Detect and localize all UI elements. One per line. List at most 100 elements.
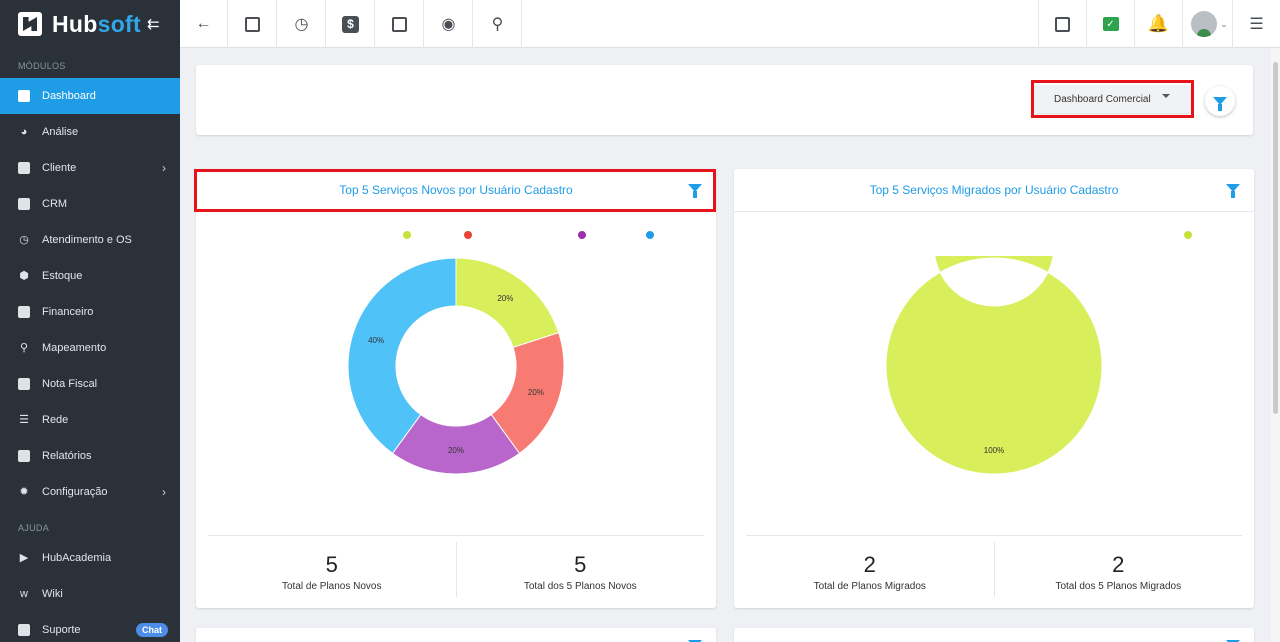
donut-chart-migrados: 100% — [885, 256, 1103, 475]
schedule-button[interactable]: ◷ — [278, 0, 326, 48]
search-icon: ⚲ — [491, 16, 504, 33]
stat-value: 2 — [1112, 552, 1125, 577]
menu-button[interactable]: ☰ — [1232, 0, 1280, 48]
financial-button[interactable]: $ — [327, 0, 375, 48]
sidebar-item-rede[interactable]: ☰ Rede — [0, 402, 180, 438]
sidebar-item-financeiro[interactable]: Financeiro — [0, 294, 180, 330]
client-card-button[interactable] — [229, 0, 277, 48]
chart-card-bottom-left — [196, 628, 716, 642]
sidebar-item-hubacademia[interactable]: ▶ HubAcademia — [0, 540, 180, 576]
collapse-sidebar-icon[interactable]: ⇇ — [147, 15, 160, 33]
terminal-button[interactable] — [376, 0, 424, 48]
sidebar-item-wiki[interactable]: w Wiki — [0, 576, 180, 612]
donut-slice-1[interactable] — [885, 256, 1103, 475]
search-button[interactable]: ⚲ — [474, 0, 522, 48]
chevron-right-icon: › — [162, 161, 166, 175]
sidebar-item-label: Configuração — [42, 486, 108, 498]
map-pin-icon: ⚲ — [19, 342, 29, 354]
user-menu-button[interactable]: ⌄ — [1182, 0, 1236, 48]
box-icon: ⬢ — [19, 270, 29, 282]
sidebar-item-crm[interactable]: CRM — [0, 186, 180, 222]
legend-dot-4[interactable] — [646, 231, 654, 239]
donut-slice-label-1: 100% — [984, 446, 1004, 455]
video-icon: ▶ — [19, 552, 29, 564]
sidebar: Hubsoft ⇇ MÓDULOS Dashboard ◕ Análise Cl… — [0, 0, 180, 642]
chart-card-migrados: Top 5 Serviços Migrados por Usuário Cada… — [734, 169, 1254, 608]
sidebar-item-analise[interactable]: ◕ Análise — [0, 114, 180, 150]
report-icon — [18, 450, 30, 462]
sidebar-item-atendimento[interactable]: ◷ Atendimento e OS — [0, 222, 180, 258]
sidebar-item-label: Análise — [42, 126, 79, 138]
stat-value: 2 — [863, 552, 876, 577]
sidebar-item-label: Financeiro — [42, 306, 94, 318]
sidebar-item-relatorios[interactable]: Relatórios — [0, 438, 180, 474]
gear-icon: ✹ — [19, 486, 29, 498]
sidebar-item-label: Estoque — [42, 270, 83, 282]
calendar-clock-icon: ◷ — [19, 234, 29, 246]
chart-card-novos: Top 5 Serviços Novos por Usuário Cadastr… — [194, 169, 716, 608]
stat-total-5-planos-migrados: 2 Total dos 5 Planos Migrados — [993, 542, 1243, 597]
contact-card-icon — [245, 16, 260, 32]
pdf-button[interactable] — [1038, 0, 1086, 48]
chat-badge[interactable]: Chat — [136, 623, 168, 637]
card-title: Top 5 Serviços Migrados por Usuário Cada… — [869, 183, 1119, 197]
section-label-modules: MÓDULOS — [18, 61, 66, 71]
sidebar-item-label: Relatórios — [42, 450, 92, 462]
sidebar-item-label: HubAcademia — [42, 552, 112, 564]
notifications-button[interactable]: 🔔 — [1134, 0, 1182, 48]
brand-logo[interactable]: Hubsoft ⇇ — [0, 0, 180, 48]
tasks-button[interactable]: ✓ — [1086, 0, 1134, 48]
sidebar-item-cliente[interactable]: Cliente › — [0, 150, 180, 186]
chart-card-bottom-right — [734, 628, 1254, 642]
crm-icon — [18, 198, 30, 210]
donut-chart-novos: 20% 20% 20% 40% — [347, 257, 565, 475]
sidebar-item-nota-fiscal[interactable]: Nota Fiscal — [0, 366, 180, 402]
server-icon: ☰ — [19, 414, 29, 426]
sidebar-item-mapeamento[interactable]: ⚲ Mapeamento — [0, 330, 180, 366]
sidebar-item-label: Nota Fiscal — [42, 378, 98, 390]
list-menu-icon: ☰ — [1249, 16, 1264, 33]
bell-icon: 🔔 — [1147, 14, 1170, 33]
stat-total-planos-novos: 5 Total de Planos Novos — [208, 536, 456, 597]
highlight-box-select — [1031, 80, 1194, 118]
stats-row: 5 Total de Planos Novos 5 Total dos 5 Pl… — [208, 535, 704, 597]
legend-dot-3[interactable] — [578, 231, 586, 239]
stat-total-5-planos-novos: 5 Total dos 5 Planos Novos — [455, 542, 705, 597]
donut-slice-label-4: 40% — [368, 336, 384, 345]
filter-button[interactable] — [1205, 86, 1235, 116]
calendar-clock-icon: ◷ — [294, 16, 309, 33]
terminal-icon — [392, 16, 407, 32]
sidebar-item-configuracao[interactable]: ✹ Configuração › — [0, 474, 180, 510]
top-toolbar: ← ◷ $ ◉ ⚲ ✓ 🔔 ⌄ ☰ — [180, 0, 1280, 48]
stat-value: 5 — [325, 552, 338, 577]
hubsoft-logo-icon — [18, 12, 42, 36]
legend-dot-2[interactable] — [464, 231, 472, 239]
sidebar-item-label: Mapeamento — [42, 342, 107, 354]
sidebar-item-label: Atendimento e OS — [42, 234, 132, 246]
page-scrollbar-thumb[interactable] — [1273, 62, 1278, 414]
stat-label: Total de Planos Novos — [281, 581, 382, 592]
dollar-icon: $ — [342, 15, 359, 33]
legend-dot-1[interactable] — [403, 231, 411, 239]
check-message-icon: ✓ — [1102, 17, 1119, 31]
sidebar-item-label: Suporte — [42, 624, 81, 636]
donut-slice-label-2: 20% — [528, 388, 544, 397]
card-header: Top 5 Serviços Migrados por Usuário Cada… — [734, 169, 1254, 212]
stat-label: Total dos 5 Planos Migrados — [1055, 581, 1182, 592]
sidebar-item-dashboard[interactable]: Dashboard — [0, 78, 180, 114]
sidebar-item-label: Cliente — [42, 162, 77, 174]
sidebar-item-estoque[interactable]: ⬢ Estoque — [0, 258, 180, 294]
sidebar-item-suporte[interactable]: Suporte Chat — [0, 612, 180, 642]
filter-funnel-icon[interactable] — [1226, 184, 1240, 198]
legend-dot-1[interactable] — [1184, 231, 1192, 239]
brand-name-soft: soft — [97, 10, 141, 37]
invoice-icon — [18, 378, 30, 390]
donut-slice-label-3: 20% — [448, 446, 464, 455]
back-button[interactable]: ← — [180, 0, 228, 48]
eye-icon: ◉ — [441, 16, 456, 33]
sidebar-item-label: Rede — [42, 414, 69, 426]
stat-label: Total de Planos Migrados — [813, 581, 926, 592]
view-button[interactable]: ◉ — [425, 0, 473, 48]
pdf-file-icon — [1055, 16, 1070, 32]
highlight-box-title — [194, 169, 716, 212]
